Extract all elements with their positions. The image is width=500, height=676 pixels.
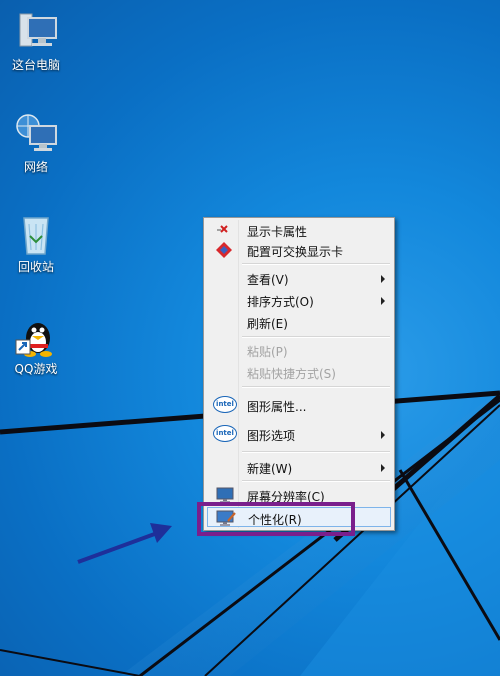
desktop-icon-label: 这台电脑: [11, 58, 60, 72]
desktop-icon-label: QQ游戏: [14, 362, 58, 376]
desktop-icon-this-pc[interactable]: 这台电脑: [4, 10, 68, 72]
submenu-arrow-icon: [381, 464, 385, 472]
intel-icon: intel: [213, 396, 237, 414]
menu-item-label: 配置可交换显示卡: [247, 245, 344, 259]
menu-item-paste[interactable]: 粘贴(P): [207, 340, 391, 360]
intel-logo-text: intel: [213, 396, 237, 413]
menu-item-label: 排序方式(O): [247, 295, 314, 309]
menu-item-graphics-properties-intel[interactable]: intel 图形属性...: [207, 395, 391, 415]
network-icon: [14, 112, 58, 156]
desktop-icon-label: 回收站: [17, 260, 54, 274]
submenu-arrow-icon: [381, 275, 385, 283]
submenu-arrow-icon: [381, 431, 385, 439]
menu-item-label: 粘贴(P): [247, 345, 288, 359]
menu-item-view[interactable]: 查看(V): [207, 268, 391, 288]
menu-item-label: 显示卡属性: [247, 225, 308, 239]
menu-item-label: 查看(V): [247, 273, 289, 287]
desktop-icon-recycle-bin[interactable]: 回收站: [4, 212, 68, 274]
menu-item-refresh[interactable]: 刷新(E): [207, 312, 391, 332]
menu-separator: [242, 451, 390, 453]
desktop-context-menu: 显示卡属性 配置可交换显示卡 查看(V) 排序方式(O) 刷新(E) 粘贴(P)…: [203, 217, 395, 531]
menu-item-sort-by[interactable]: 排序方式(O): [207, 290, 391, 310]
desktop-icon-label: 网络: [23, 160, 48, 174]
annotation-highlight-box: [197, 502, 355, 536]
menu-item-graphics-properties[interactable]: 显示卡属性: [207, 220, 391, 240]
qq-game-icon: [14, 314, 58, 358]
menu-item-label: 图形属性...: [247, 400, 307, 414]
menu-separator: [242, 480, 390, 482]
intel-icon: intel: [213, 425, 237, 443]
menu-item-label: 刷新(E): [247, 317, 288, 331]
submenu-arrow-icon: [381, 297, 385, 305]
menu-item-graphics-options[interactable]: intel 图形选项: [207, 424, 391, 444]
desktop-icon-network[interactable]: 网络: [4, 112, 68, 174]
intel-logo-text: intel: [213, 425, 237, 442]
menu-separator: [242, 336, 390, 338]
menu-item-label: 新建(W): [247, 462, 293, 476]
menu-item-label: 图形选项: [247, 429, 296, 443]
menu-separator: [242, 386, 390, 388]
switchable-graphics-icon: [213, 241, 237, 259]
recycle-bin-icon: [14, 212, 58, 256]
menu-item-paste-shortcut[interactable]: 粘贴快捷方式(S): [207, 362, 391, 382]
annotation-arrow: [77, 523, 172, 564]
menu-item-switchable-graphics[interactable]: 配置可交换显示卡: [207, 240, 391, 260]
desktop-icon-qq-game[interactable]: QQ游戏: [4, 314, 68, 376]
menu-separator: [242, 263, 390, 265]
graphics-properties-icon: [213, 221, 237, 239]
this-pc-icon: [14, 10, 58, 54]
menu-item-label: 粘贴快捷方式(S): [247, 367, 336, 381]
menu-item-new[interactable]: 新建(W): [207, 457, 391, 477]
